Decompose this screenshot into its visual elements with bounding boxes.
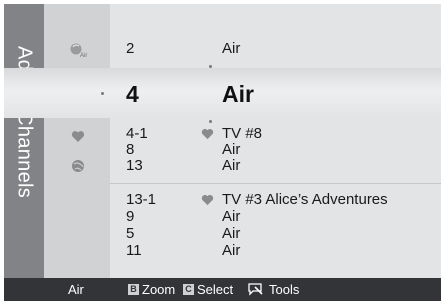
selected-channel-row[interactable]: 4 Air — [110, 68, 441, 118]
tools-icon — [248, 283, 264, 296]
channel-name: Air — [222, 242, 241, 259]
list-item[interactable]: 2 Air — [110, 40, 441, 58]
channel-number: 2 — [126, 40, 135, 57]
focus-marker — [101, 92, 104, 95]
globe-icon[interactable] — [70, 158, 86, 174]
channel-number: 13 — [126, 157, 143, 174]
category-icon-column: Air — [44, 4, 110, 278]
footer-bar: Air B Zoom C Select Tools — [4, 278, 441, 301]
list-item[interactable]: 4-1 TV #8 — [110, 126, 441, 142]
channel-number: 11 — [126, 242, 142, 259]
tools-label: Tools — [269, 282, 300, 297]
c-key-icon: C — [183, 284, 194, 295]
antenna-air-icon[interactable]: Air — [67, 40, 91, 60]
list-item[interactable]: 8 Air — [110, 142, 441, 158]
favorite-heart-icon — [201, 193, 214, 210]
channel-list: 2 Air 4-1 TV #8 8 Air 13 Air 13-1 TV #3 … — [110, 4, 441, 278]
list-item[interactable]: 13-1 TV #3 Alice’s Adventures — [110, 192, 441, 208]
group-divider — [110, 183, 441, 184]
zoom-button[interactable]: B Zoom — [128, 278, 175, 301]
source-label: Air — [68, 282, 84, 297]
list-item[interactable]: 9 Air — [110, 209, 441, 225]
zoom-label: Zoom — [142, 282, 176, 297]
channel-number: 9 — [126, 208, 135, 225]
channel-number: 8 — [126, 141, 135, 158]
select-button[interactable]: C Select — [183, 278, 233, 301]
channel-name: Air — [222, 81, 254, 107]
menu-side-tab: Added Channels — [4, 4, 44, 278]
channel-name: TV #3 Alice’s Adventures — [222, 191, 388, 208]
favorite-heart-icon[interactable] — [70, 128, 86, 144]
channel-name: Air — [222, 141, 241, 158]
channel-list-screen: Added Channels Air 2 Air 4-1 TV #8 8 Air… — [4, 4, 441, 301]
svg-text:Air: Air — [80, 53, 87, 59]
b-key-icon: B — [128, 284, 139, 295]
channel-name: Air — [222, 208, 241, 225]
channel-number: 13-1 — [126, 191, 157, 208]
channel-number: 4-1 — [126, 125, 148, 142]
list-item[interactable]: 13 Air — [110, 158, 441, 174]
channel-name: Air — [222, 157, 241, 174]
scroll-down-indicator — [209, 120, 212, 123]
select-label: Select — [197, 282, 234, 297]
tools-button[interactable]: Tools — [248, 278, 299, 301]
list-item[interactable]: 5 Air — [110, 226, 441, 242]
list-item[interactable]: 11 Air — [110, 243, 441, 259]
channel-name: Air — [222, 225, 241, 242]
channel-name: Air — [222, 40, 241, 57]
channel-number: 4 — [126, 81, 139, 107]
channel-number: 5 — [126, 225, 135, 242]
channel-name: TV #8 — [222, 125, 263, 142]
